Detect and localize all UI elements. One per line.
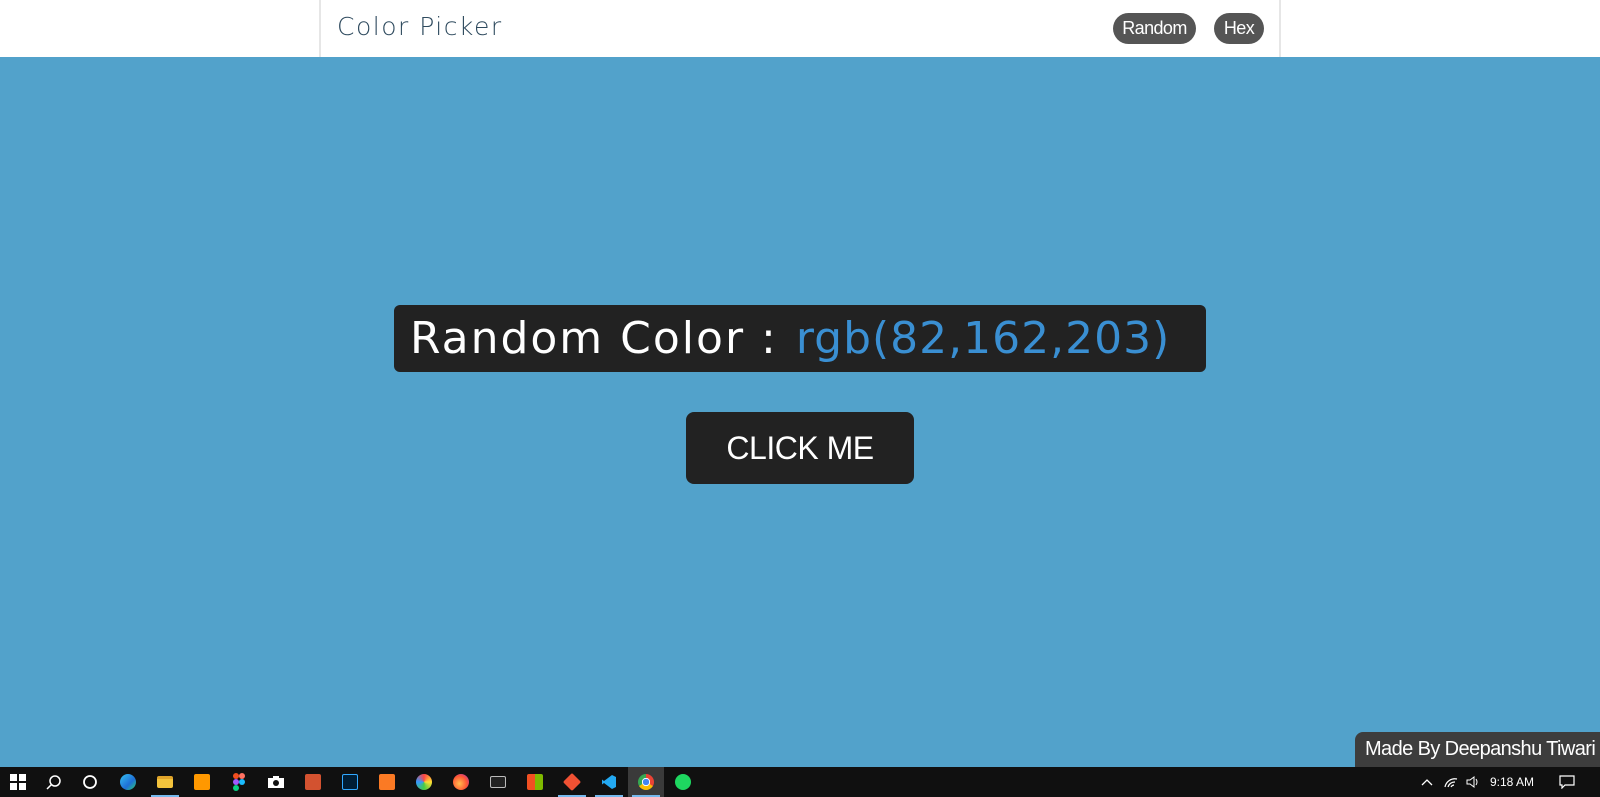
chevron-up-icon — [1421, 779, 1433, 786]
chrome-icon — [638, 774, 654, 790]
tray-network[interactable] — [1440, 767, 1462, 797]
volume-icon — [1466, 776, 1478, 788]
color-label: Random Color : — [410, 313, 778, 364]
taskbar-store[interactable] — [517, 767, 553, 797]
credit-badge: Made By Deepanshu Tiwari — [1355, 732, 1600, 767]
notification-icon — [1559, 775, 1575, 789]
start-button[interactable] — [0, 767, 36, 797]
taskbar-git[interactable] — [554, 767, 590, 797]
tray-chevron[interactable] — [1416, 767, 1438, 797]
taskbar-cortana[interactable] — [72, 767, 108, 797]
taskbar-spotify[interactable] — [665, 767, 701, 797]
taskbar-camera[interactable] — [258, 767, 294, 797]
taskbar-file-explorer[interactable] — [147, 767, 183, 797]
xampp-icon — [379, 774, 395, 790]
firefox-icon — [453, 774, 469, 790]
taskbar-search[interactable] — [36, 767, 72, 797]
taskbar-sublime[interactable] — [184, 767, 220, 797]
terminal-icon — [490, 776, 506, 788]
taskbar-xampp[interactable] — [369, 767, 405, 797]
color-value: rgb(82,162,203) — [795, 313, 1171, 364]
git-icon — [562, 772, 582, 792]
start-icon — [10, 774, 26, 790]
taskbar-firefox[interactable] — [443, 767, 479, 797]
wifi-icon — [1444, 778, 1458, 788]
figma-icon — [233, 773, 245, 791]
vscode-icon — [602, 775, 616, 789]
taskbar-terminal[interactable] — [480, 767, 516, 797]
search-icon — [46, 775, 61, 790]
edge-icon — [120, 774, 136, 790]
top-navbar: Color Picker Random Hex — [0, 0, 1600, 57]
brand-title[interactable]: Color Picker — [337, 12, 503, 41]
powerpoint-icon — [305, 774, 321, 790]
camera-icon — [268, 776, 284, 788]
tray-volume[interactable] — [1462, 767, 1484, 797]
taskbar-vscode[interactable] — [591, 767, 627, 797]
taskbar-figma[interactable] — [221, 767, 257, 797]
spotify-icon — [675, 774, 691, 790]
store-icon — [527, 774, 543, 790]
windows-taskbar: 9:18 AM — [0, 767, 1600, 797]
sublime-text-icon — [194, 774, 210, 790]
click-me-button[interactable]: CLICK ME — [686, 412, 914, 484]
paint-icon — [416, 774, 432, 790]
tray-notifications[interactable] — [1556, 767, 1578, 797]
taskbar-edge[interactable] — [110, 767, 146, 797]
cortana-icon — [83, 775, 97, 789]
file-explorer-icon — [157, 776, 173, 788]
random-button[interactable]: Random — [1113, 13, 1196, 44]
hex-button[interactable]: Hex — [1214, 13, 1264, 44]
taskbar-paint[interactable] — [406, 767, 442, 797]
taskbar-powerpoint[interactable] — [295, 767, 331, 797]
taskbar-chrome[interactable] — [628, 767, 664, 797]
photoshop-icon — [342, 774, 358, 790]
color-display: Random Color : rgb(82,162,203) — [394, 305, 1206, 372]
navbar-container: Color Picker Random Hex — [319, 0, 1281, 57]
tray-clock[interactable]: 9:18 AM — [1490, 767, 1534, 797]
taskbar-photoshop[interactable] — [332, 767, 368, 797]
